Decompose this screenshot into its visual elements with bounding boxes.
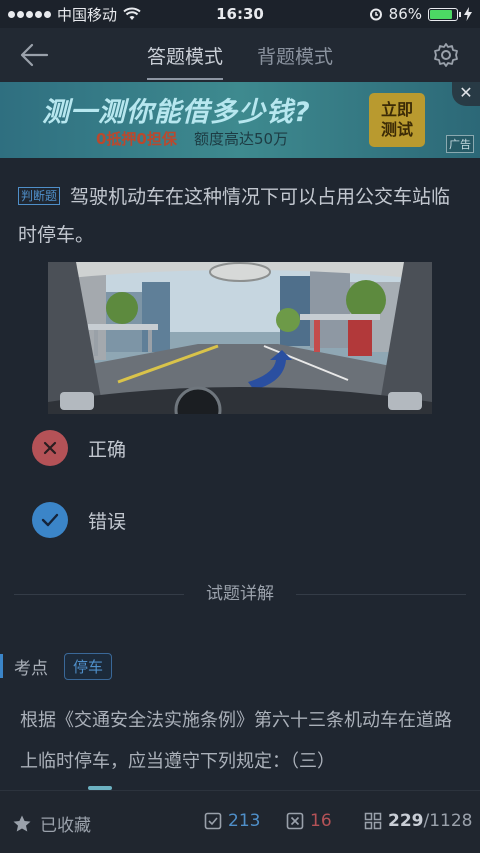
- gear-icon[interactable]: [432, 41, 460, 69]
- keypoint-tag[interactable]: 停车: [64, 652, 113, 680]
- wifi-icon: [123, 7, 141, 20]
- ad-subtitle-1: 0抵押0担保: [96, 130, 177, 148]
- ad-cta-line-1: 立即: [380, 100, 413, 119]
- option-true[interactable]: 正确: [32, 428, 452, 468]
- cross-icon: [32, 430, 68, 466]
- ad-cta-button[interactable]: 立即 测试: [369, 93, 425, 147]
- charging-icon: [464, 7, 472, 21]
- progress-current: 229: [388, 811, 424, 831]
- star-icon: [13, 815, 31, 831]
- bottom-bar: 已收藏 213 16 229/1128: [0, 790, 480, 853]
- details-divider: 试题详解: [14, 582, 466, 606]
- bookmark-label: 已收藏: [40, 816, 91, 836]
- nav-bar: 答题模式 背题模式: [0, 28, 480, 82]
- correct-count-button[interactable]: 213: [204, 811, 260, 831]
- battery-icon: [428, 7, 461, 21]
- carrier-label: 中国移动: [57, 5, 118, 24]
- tab-review-mode[interactable]: 背题模式: [257, 28, 333, 82]
- option-false[interactable]: 错误: [32, 500, 452, 540]
- battery-percent: 86%: [388, 5, 422, 23]
- progress-button[interactable]: 229/1128: [364, 811, 473, 831]
- tab-answer-mode[interactable]: 答题模式: [146, 28, 224, 82]
- check-icon: [32, 502, 68, 538]
- checkbox-cross-icon: [286, 812, 304, 830]
- ad-tag: 广告: [446, 135, 474, 153]
- ad-title: 测一测你能借多少钱?: [42, 97, 311, 128]
- grid-icon: [364, 812, 382, 830]
- status-bar: 中国移动 16:30 86%: [0, 0, 480, 28]
- progress-total: /1128: [423, 811, 473, 831]
- keypoint-label: 考点: [14, 658, 48, 679]
- close-icon[interactable]: ✕: [452, 82, 480, 106]
- question-image: [48, 262, 432, 414]
- wrong-count: 16: [310, 811, 332, 831]
- question-text: 驾驶机动车在这种情况下可以占用公交车站临时停车。: [18, 186, 451, 246]
- question: 判断题 驾驶机动车在这种情况下可以占用公交车站临时停车。: [18, 178, 468, 254]
- keypoint-accent-bar: [0, 654, 3, 678]
- option-label: 错误: [88, 510, 127, 533]
- ad-subtitle-2: 额度高达50万: [194, 130, 289, 148]
- explanation-text: 根据《交通安全法实施条例》第六十三条机动车在道路上临时停车，应当遵守下列规定：（…: [20, 710, 452, 772]
- signal-strength-icon: [8, 10, 51, 18]
- wrong-count-button[interactable]: 16: [286, 811, 332, 831]
- correct-count: 213: [228, 811, 261, 831]
- question-type-badge: 判断题: [18, 187, 61, 205]
- ad-cta-line-2: 测试: [380, 120, 413, 139]
- checkbox-check-icon: [204, 812, 222, 830]
- alarm-icon: [369, 8, 382, 21]
- option-label: 正确: [88, 438, 127, 461]
- ad-banner[interactable]: 测一测你能借多少钱? 0抵押0担保 额度高达50万 立即 测试 广告 ✕: [0, 82, 480, 158]
- bookmark-button[interactable]: 已收藏: [12, 811, 91, 836]
- keypoint-row: 考点 停车: [0, 650, 113, 682]
